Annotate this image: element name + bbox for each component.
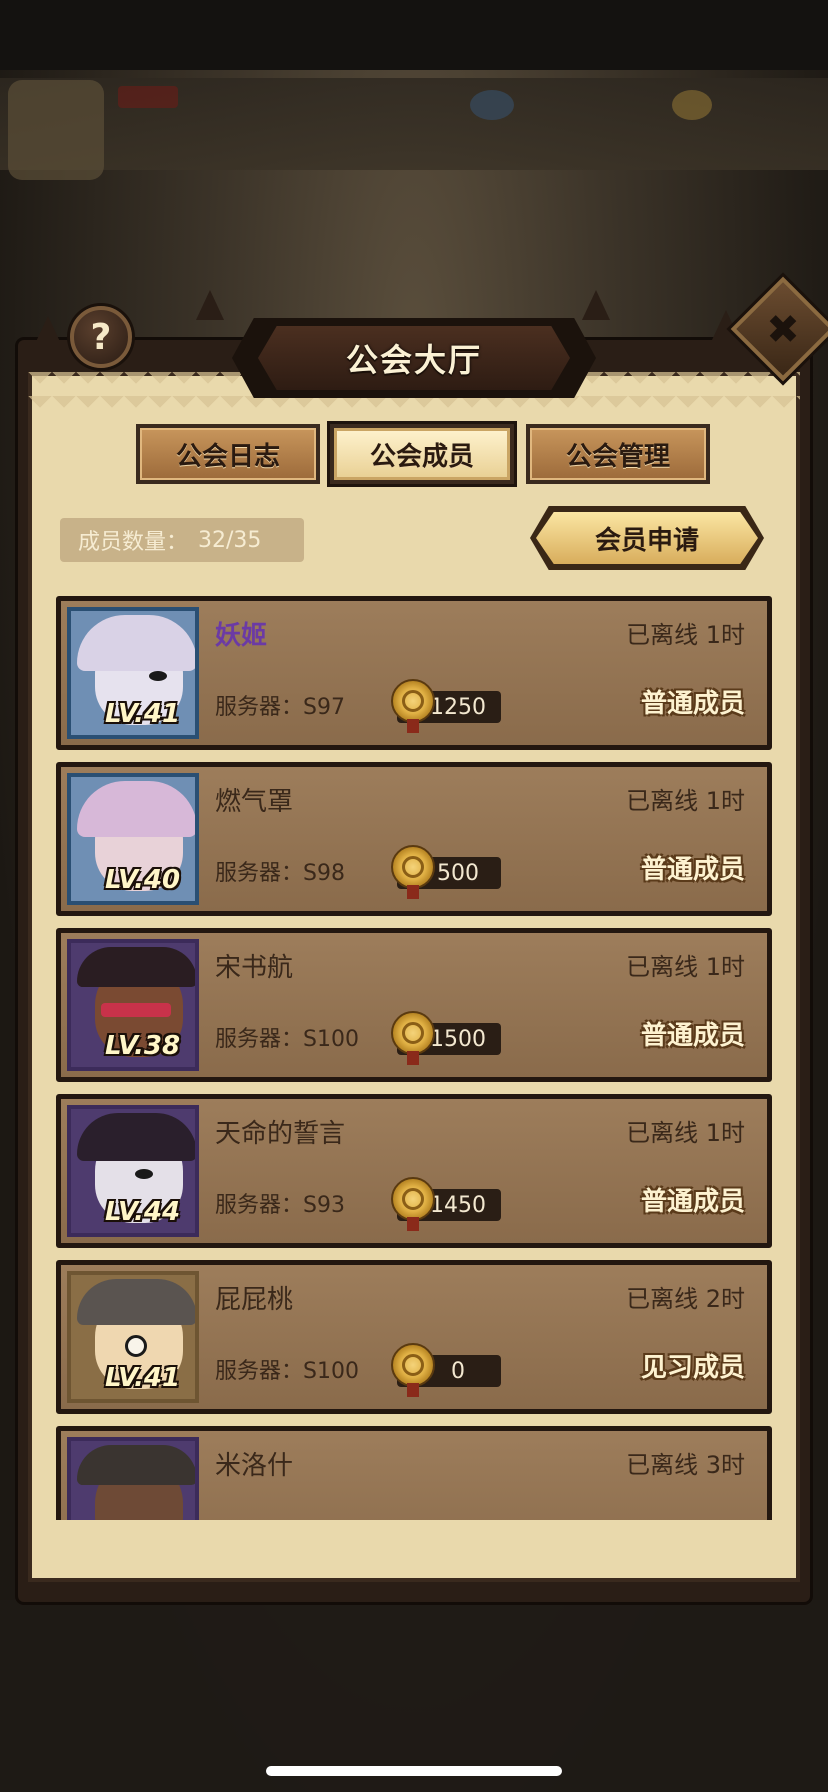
member-server: 服务器：S93 <box>215 1193 345 1218</box>
member-role: 普通成员 <box>640 1187 745 1217</box>
background-bottom <box>0 1600 828 1792</box>
close-icon[interactable]: ✖ <box>752 300 814 360</box>
question-icon: ? <box>90 316 112 358</box>
member-name: 天命的誓言 <box>215 1119 346 1149</box>
member-count-label: 成员数量： <box>78 530 189 555</box>
status-bar <box>0 0 828 70</box>
offline-status: 已离线 3时 <box>626 1451 745 1479</box>
avatar-hair <box>77 947 195 987</box>
member-name: 屁屁桃 <box>215 1285 294 1315</box>
coin-icon <box>391 1343 435 1387</box>
member-server: 服务器：S97 <box>215 695 345 720</box>
avatar-helmet <box>77 1279 195 1325</box>
member-server: 服务器：S98 <box>215 861 345 886</box>
member-count-value: 32/35 <box>198 527 262 553</box>
member-card[interactable]: LV.41 妖姬 已离线 1时 服务器：S97 1250 普通成员 <box>56 596 772 750</box>
avatar <box>67 1437 199 1520</box>
coin-icon <box>391 1177 435 1221</box>
member-application-button[interactable]: 会员申请 <box>536 512 758 564</box>
offline-status: 已离线 1时 <box>626 621 745 649</box>
background-player-name <box>118 86 178 108</box>
coin-ribbon <box>407 1217 419 1231</box>
member-name: 燃气罩 <box>215 787 294 817</box>
coin-ribbon <box>407 719 419 733</box>
avatar-glasses <box>101 1003 171 1017</box>
member-card[interactable]: LV.38 宋书航 已离线 1时 服务器：S100 1500 普通成员 <box>56 928 772 1082</box>
coin-ribbon <box>407 1383 419 1397</box>
frame-spike <box>582 290 610 320</box>
member-name: 妖姬 <box>215 621 268 651</box>
member-level: LV.44 <box>105 1197 181 1227</box>
member-card[interactable]: LV.40 燃气罩 已离线 1时 服务器：S98 500 普通成员 <box>56 762 772 916</box>
member-card[interactable]: LV.41 屁屁桃 已离线 2时 服务器：S100 0 见习成员 <box>56 1260 772 1414</box>
help-button[interactable]: ? <box>70 306 132 368</box>
member-level: LV.41 <box>105 1363 181 1393</box>
home-indicator[interactable] <box>266 1766 562 1776</box>
background-gold-icon <box>672 90 712 120</box>
member-role: 普通成员 <box>640 855 745 885</box>
member-level: LV.40 <box>105 865 181 895</box>
coin-icon <box>391 679 435 723</box>
member-count: 成员数量： 32/35 <box>60 518 304 562</box>
coin-ribbon <box>407 885 419 899</box>
member-card[interactable]: LV.44 天命的誓言 已离线 1时 服务器：S93 1450 普通成员 <box>56 1094 772 1248</box>
frame-spike <box>196 290 224 320</box>
offline-status: 已离线 1时 <box>626 787 745 815</box>
member-card[interactable]: 米洛什 已离线 3时 <box>56 1426 772 1520</box>
tab-label: 公会日志 <box>175 441 280 472</box>
frame-spike <box>34 316 62 346</box>
offline-status: 已离线 2时 <box>626 1285 745 1313</box>
avatar-hair <box>77 1113 195 1161</box>
avatar-eye <box>135 1169 153 1179</box>
coin-icon <box>391 1011 435 1055</box>
background-gem-icon <box>470 90 514 120</box>
offline-status: 已离线 1时 <box>626 1119 745 1147</box>
coin-icon <box>391 845 435 889</box>
member-list[interactable]: LV.41 妖姬 已离线 1时 服务器：S97 1250 普通成员 LV.40 … <box>56 596 776 1520</box>
member-name: 宋书航 <box>215 953 294 983</box>
tab-label: 公会管理 <box>565 441 670 472</box>
member-level: LV.38 <box>105 1031 181 1061</box>
member-role: 普通成员 <box>640 1021 745 1051</box>
member-level: LV.41 <box>105 699 181 729</box>
guild-emblem-background <box>8 80 104 180</box>
member-name: 米洛什 <box>215 1451 294 1481</box>
tab-label: 公会成员 <box>369 441 474 472</box>
avatar-eye <box>125 1335 147 1357</box>
offline-status: 已离线 1时 <box>626 953 745 981</box>
member-server: 服务器：S100 <box>215 1027 359 1052</box>
apply-button-label: 会员申请 <box>594 525 699 556</box>
member-server: 服务器：S100 <box>215 1359 359 1384</box>
member-role: 普通成员 <box>640 689 745 719</box>
member-role: 见习成员 <box>640 1353 745 1383</box>
coin-ribbon <box>407 1051 419 1065</box>
avatar-goggles <box>77 1445 195 1485</box>
title-plate: 公会大厅 <box>258 326 570 390</box>
tab-guild-management[interactable]: 公会管理 <box>526 424 710 484</box>
tab-guild-members[interactable]: 公会成员 <box>330 424 514 484</box>
avatar-eye <box>149 671 167 681</box>
avatar-hair <box>77 615 195 671</box>
page-title: 公会大厅 <box>345 341 482 379</box>
tab-guild-log[interactable]: 公会日志 <box>136 424 320 484</box>
avatar-hair <box>77 781 195 837</box>
